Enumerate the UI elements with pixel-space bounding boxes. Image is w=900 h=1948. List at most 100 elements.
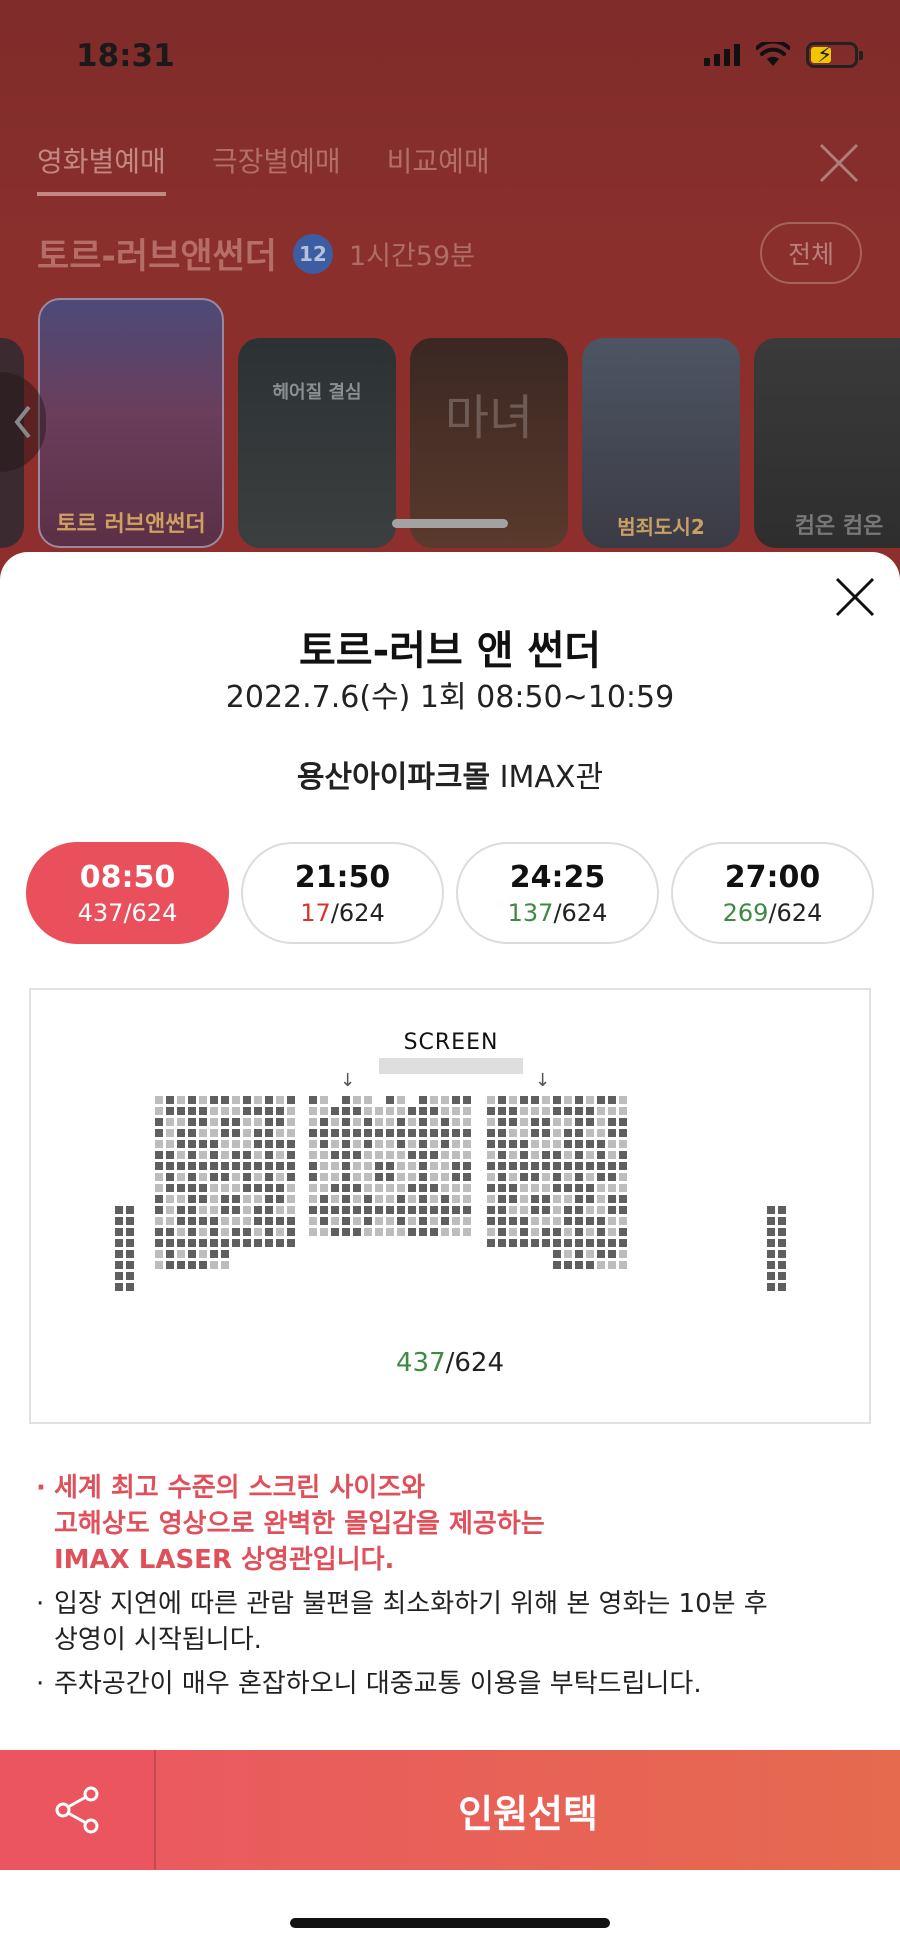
seat (430, 1206, 438, 1214)
showtime-time: 24:25 (509, 859, 606, 895)
seat (287, 1184, 295, 1192)
showtime-option[interactable]: 24:25 137/624 (456, 842, 659, 944)
seat (353, 1140, 361, 1148)
showtime-option-selected[interactable]: 08:50 437/624 (26, 842, 229, 944)
showtime-option[interactable]: 27:00 269/624 (671, 842, 874, 944)
seat (564, 1173, 572, 1181)
seat (520, 1195, 528, 1203)
seat (553, 1118, 561, 1126)
seat (232, 1184, 240, 1192)
seat (608, 1261, 616, 1269)
seat (331, 1129, 339, 1137)
share-button[interactable] (0, 1750, 156, 1870)
seat (353, 1096, 361, 1104)
seat (287, 1239, 295, 1247)
seat (542, 1107, 550, 1115)
seat (199, 1162, 207, 1170)
seat (419, 1129, 427, 1137)
seat (331, 1140, 339, 1148)
poster-item[interactable]: 마녀 (410, 338, 568, 548)
seat (487, 1129, 495, 1137)
seat (188, 1162, 196, 1170)
seat (531, 1107, 539, 1115)
seat (419, 1140, 427, 1148)
seat (487, 1118, 495, 1126)
seat (166, 1107, 174, 1115)
seat (254, 1151, 262, 1159)
seat (397, 1217, 405, 1225)
tab-movie[interactable]: 영화별예매 (37, 140, 166, 196)
seat (575, 1261, 583, 1269)
seat (619, 1250, 627, 1258)
poster-item-selected[interactable]: 토르 러브앤썬더 (38, 298, 224, 548)
seat (353, 1151, 361, 1159)
seat (487, 1162, 495, 1170)
seat (166, 1206, 174, 1214)
seat (564, 1184, 572, 1192)
seat (553, 1217, 561, 1225)
select-people-button[interactable]: 인원선택 (156, 1750, 900, 1870)
seat (564, 1217, 572, 1225)
seat (778, 1239, 786, 1247)
seat (542, 1096, 550, 1104)
seat-total: /624 (330, 898, 385, 927)
seat (408, 1184, 416, 1192)
seat (166, 1151, 174, 1159)
all-movies-button[interactable]: 전체 (760, 222, 862, 284)
seat (210, 1162, 218, 1170)
seat (221, 1206, 229, 1214)
seat (419, 1096, 427, 1104)
seat (778, 1228, 786, 1236)
seat (498, 1129, 506, 1137)
seat (575, 1151, 583, 1159)
seat (531, 1118, 539, 1126)
seat (542, 1140, 550, 1148)
seat (608, 1228, 616, 1236)
seat (166, 1173, 174, 1181)
seat (126, 1272, 134, 1280)
showtime-option[interactable]: 21:50 17/624 (241, 842, 444, 944)
seat (509, 1151, 517, 1159)
seat (320, 1184, 328, 1192)
seat (166, 1162, 174, 1170)
seat (265, 1151, 273, 1159)
seat (320, 1107, 328, 1115)
seat (509, 1184, 517, 1192)
seat (364, 1195, 372, 1203)
seat (619, 1195, 627, 1203)
theater-name: 용산아이파크몰 (296, 760, 491, 795)
seat (177, 1228, 185, 1236)
seat (265, 1206, 273, 1214)
tab-theater[interactable]: 극장별예매 (212, 140, 341, 196)
seat (463, 1206, 471, 1214)
poster-item[interactable]: 범죄도시2 (582, 338, 740, 548)
seat (531, 1173, 539, 1181)
seat (254, 1162, 262, 1170)
seat (232, 1140, 240, 1148)
seat (520, 1107, 528, 1115)
seat (331, 1206, 339, 1214)
seat (320, 1228, 328, 1236)
poster-item[interactable]: 컴온 컴온 (754, 338, 900, 548)
poster-item[interactable]: 헤어질 결심 (238, 338, 396, 548)
seat (309, 1140, 317, 1148)
seat (509, 1173, 517, 1181)
sheet-close-icon[interactable] (834, 576, 876, 618)
seat (177, 1129, 185, 1137)
seat (608, 1217, 616, 1225)
seat (265, 1173, 273, 1181)
seat (608, 1206, 616, 1214)
close-icon[interactable] (818, 142, 860, 184)
seat (166, 1140, 174, 1148)
tab-compare[interactable]: 비교예매 (387, 140, 490, 196)
seat-available: 17 (300, 898, 331, 927)
showtime-datetime: 2022.7.6(수) 1회 08:50~10:59 (225, 680, 675, 715)
seat (232, 1217, 240, 1225)
seat (619, 1107, 627, 1115)
seat (586, 1261, 594, 1269)
seat (254, 1107, 262, 1115)
seat (375, 1129, 383, 1137)
seat (265, 1118, 273, 1126)
seat (608, 1195, 616, 1203)
seat (608, 1107, 616, 1115)
